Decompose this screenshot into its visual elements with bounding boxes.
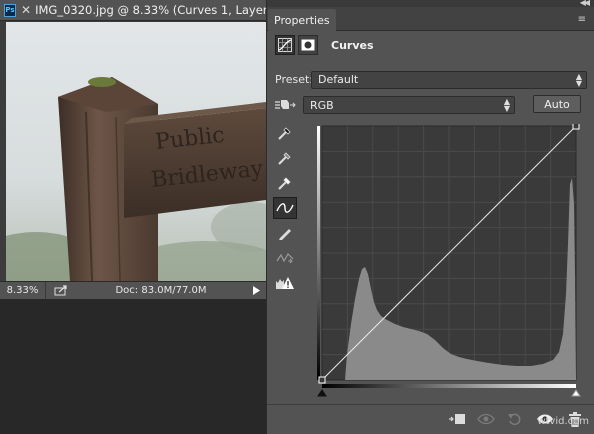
input-gradient-bar: [322, 384, 576, 388]
targeted-adjustment-tool-icon[interactable]: [275, 97, 303, 113]
output-gradient-bar: [317, 126, 320, 380]
curve-edit-icon[interactable]: [273, 197, 297, 219]
clipping-warning-icon[interactable]: [273, 272, 297, 294]
dropdown-arrows-icon: ▲ ▼: [503, 97, 510, 113]
channel-dropdown[interactable]: RGB ▲ ▼: [303, 96, 515, 114]
curves-adjustment-icon[interactable]: [275, 35, 295, 55]
status-menu-arrow-icon[interactable]: [246, 286, 266, 295]
curves-graph[interactable]: [317, 124, 581, 402]
black-point-eyedropper-icon[interactable]: [273, 122, 297, 144]
panel-tab-bar: Properties ≡: [267, 7, 594, 31]
panel-dock-bar: ◀◀: [267, 0, 594, 7]
dropdown-arrows-icon: ▲ ▼: [575, 71, 582, 88]
close-document-icon[interactable]: ✕: [21, 3, 31, 17]
curves-header: Curves: [275, 33, 374, 57]
black-point-handle[interactable]: [318, 376, 326, 384]
preset-dropdown[interactable]: Default ▲ ▼: [311, 70, 587, 89]
white-point-eyedropper-icon[interactable]: [273, 172, 297, 194]
white-point-handle[interactable]: [572, 124, 580, 130]
pencil-icon[interactable]: [273, 222, 297, 244]
adjustment-title: Curves: [331, 38, 374, 52]
document-title-bar[interactable]: Ps ✕ IMG_0320.jpg @ 8.33% (Curves 1, Lay…: [0, 0, 266, 21]
channel-row: RGB ▲ ▼ Auto: [275, 95, 587, 115]
auto-button[interactable]: Auto: [533, 95, 581, 113]
channel-value: RGB: [310, 98, 334, 112]
view-previous-icon[interactable]: [477, 410, 497, 428]
photoshop-app-icon: Ps: [4, 3, 17, 17]
preset-row: Preset: Default ▲ ▼: [275, 70, 587, 89]
white-input-slider[interactable]: [571, 389, 581, 397]
image-canvas[interactable]: Public Bridleway: [6, 22, 266, 281]
clip-to-layer-icon[interactable]: [447, 410, 467, 428]
zoom-level[interactable]: 8.33%: [0, 282, 46, 299]
photo-signpost: Public Bridleway: [6, 22, 266, 281]
curves-toolbar: [273, 122, 299, 297]
document-window: Ps ✕ IMG_0320.jpg @ 8.33% (Curves 1, Lay…: [0, 0, 266, 299]
preset-value: Default: [318, 73, 359, 86]
properties-panel: ◀◀ Properties ≡ Curves Preset: Default ▲…: [266, 0, 594, 434]
tab-properties[interactable]: Properties: [268, 9, 336, 31]
reset-icon[interactable]: [505, 410, 525, 428]
smooth-icon[interactable]: [273, 247, 297, 269]
panel-footer: wtvid.com: [267, 404, 594, 434]
document-title: IMG_0320.jpg @ 8.33% (Curves 1, Layer Ma: [35, 3, 266, 17]
watermark: wtvid.com: [537, 416, 589, 427]
collapse-panel-icon[interactable]: ◀◀: [580, 0, 590, 7]
preset-label: Preset:: [275, 73, 314, 86]
document-status-bar: 8.33% Doc: 83.0M/77.0M: [0, 281, 266, 299]
document-size: Doc: 83.0M/77.0M: [115, 285, 207, 296]
gray-point-eyedropper-icon[interactable]: [273, 147, 297, 169]
share-icon[interactable]: [46, 285, 76, 296]
panel-menu-icon[interactable]: ≡: [578, 14, 586, 25]
black-input-slider[interactable]: [317, 389, 327, 397]
layer-mask-icon[interactable]: [298, 35, 318, 55]
